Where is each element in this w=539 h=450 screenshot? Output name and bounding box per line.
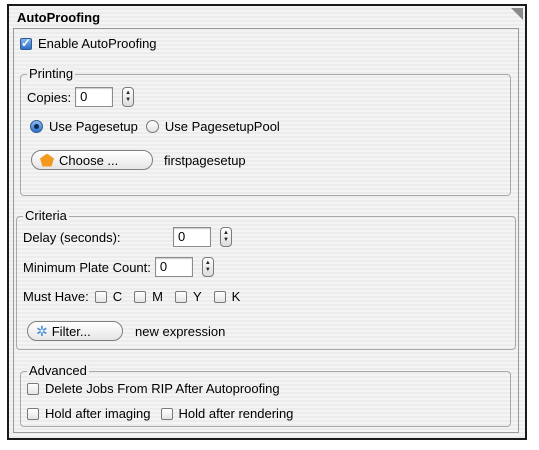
stepper-up-icon[interactable]: ▲ <box>125 90 131 97</box>
hold-rendering-checkbox[interactable] <box>160 407 173 420</box>
min-plate-row: Minimum Plate Count: 0 ▲ ▼ <box>23 257 214 277</box>
delete-jobs-row[interactable]: Delete Jobs From RIP After Autoproofing <box>27 381 280 396</box>
delay-row: Delay (seconds): 0 ▲ ▼ <box>23 227 232 247</box>
printing-legend: Printing <box>27 66 76 82</box>
must-have-k-checkbox[interactable] <box>213 290 226 303</box>
enable-autoproofing-label: Enable AutoProofing <box>38 36 157 51</box>
filter-button-label: Filter... <box>51 323 91 339</box>
copies-row: Copies: 0 ▲ ▼ <box>27 87 135 107</box>
hold-imaging-checkbox[interactable] <box>27 407 39 420</box>
delay-label: Delay (seconds): <box>23 229 121 245</box>
delay-stepper[interactable]: ▲ ▼ <box>220 227 232 247</box>
must-have-y-label[interactable]: Y <box>193 289 202 304</box>
choose-button-label: Choose ... <box>59 152 119 168</box>
must-have-y-checkbox[interactable] <box>174 290 187 303</box>
enable-autoproofing-checkbox[interactable] <box>20 37 32 50</box>
use-pagesetup-radio[interactable] <box>30 120 43 133</box>
delete-jobs-label[interactable]: Delete Jobs From RIP After Autoproofing <box>45 381 280 396</box>
copies-label: Copies: <box>27 89 72 105</box>
autoproofing-panel: AutoProofing Enable AutoProofing Printin… <box>7 4 527 440</box>
use-pagesetuppool-label[interactable]: Use PagesetupPool <box>165 119 280 134</box>
autoproofing-box: Enable AutoProofing Printing Copies: 0 ▲… <box>13 28 519 433</box>
delete-jobs-checkbox[interactable] <box>27 382 39 395</box>
criteria-group: Criteria Delay (seconds): 0 ▲ ▼ Minimum … <box>16 208 516 350</box>
must-have-k-label[interactable]: K <box>232 289 241 304</box>
choose-row: Choose ... firstpagesetup <box>31 150 246 170</box>
min-plate-input[interactable]: 0 <box>154 257 193 277</box>
use-pagesetuppool-radio[interactable] <box>145 120 159 133</box>
delay-input[interactable]: 0 <box>173 227 211 247</box>
stepper-down-icon[interactable]: ▼ <box>125 97 131 104</box>
copies-input[interactable]: 0 <box>75 87 114 107</box>
pagesetup-name: firstpagesetup <box>164 152 246 168</box>
hold-imaging-label[interactable]: Hold after imaging <box>45 406 151 421</box>
must-have-c-checkbox[interactable] <box>94 290 107 303</box>
min-plate-label: Minimum Plate Count: <box>23 259 151 275</box>
stepper-down-icon[interactable]: ▼ <box>223 237 229 244</box>
stepper-up-icon[interactable]: ▲ <box>205 260 211 267</box>
must-have-label: Must Have: <box>23 289 89 304</box>
must-have-c-label[interactable]: C <box>113 289 122 304</box>
must-have-m-checkbox[interactable] <box>134 290 147 303</box>
filter-row: ✲ Filter... new expression <box>27 321 225 341</box>
filter-expression: new expression <box>135 323 226 339</box>
stepper-down-icon[interactable]: ▼ <box>205 267 211 274</box>
copies-stepper[interactable]: ▲ ▼ <box>122 87 135 107</box>
gear-icon: ✲ <box>36 323 48 339</box>
min-plate-stepper[interactable]: ▲ ▼ <box>201 257 214 277</box>
filter-button[interactable]: ✲ Filter... <box>27 321 123 341</box>
hold-rendering-label[interactable]: Hold after rendering <box>179 406 294 421</box>
must-have-row: Must Have: C M Y K <box>23 289 240 304</box>
pentagon-icon <box>40 153 54 167</box>
must-have-m-label[interactable]: M <box>152 289 163 304</box>
choose-button[interactable]: Choose ... <box>31 150 153 170</box>
pagesetup-radio-row: Use Pagesetup Use PagesetupPool <box>30 119 280 134</box>
use-pagesetup-label[interactable]: Use Pagesetup <box>49 119 138 134</box>
hold-row: Hold after imaging Hold after rendering <box>27 406 293 421</box>
enable-autoproofing-row[interactable]: Enable AutoProofing <box>20 36 157 51</box>
panel-title: AutoProofing <box>17 10 101 25</box>
advanced-legend: Advanced <box>27 363 89 379</box>
printing-group: Printing Copies: 0 ▲ ▼ Use Pagesetup Use… <box>20 66 511 196</box>
stepper-up-icon[interactable]: ▲ <box>223 230 229 237</box>
resize-corner-icon[interactable] <box>511 8 523 20</box>
criteria-legend: Criteria <box>23 208 69 224</box>
advanced-group: Advanced Delete Jobs From RIP After Auto… <box>20 363 511 427</box>
